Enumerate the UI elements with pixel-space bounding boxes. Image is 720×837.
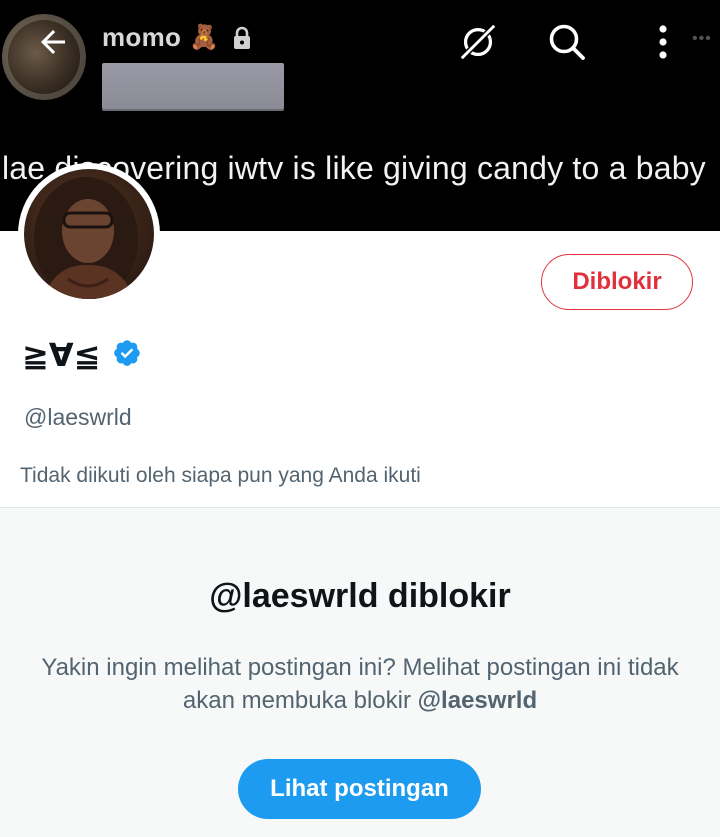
profile-avatar[interactable]: [18, 163, 160, 305]
more-options-button[interactable]: [641, 20, 685, 64]
redacted-post-count: [102, 63, 284, 109]
overflow-dots-icon: •••: [692, 30, 712, 47]
more-vertical-icon: [659, 25, 667, 59]
blocked-notice-description-text: Yakin ingin melihat postingan ini? Melih…: [41, 654, 679, 714]
search-icon: [549, 24, 585, 60]
avatar-photo: [24, 169, 154, 299]
grok-icon: [457, 21, 499, 63]
profile-handle: @laeswrld: [24, 404, 132, 430]
blocked-notice-description: Yakin ingin melihat postingan ini? Melih…: [40, 651, 680, 717]
view-posts-button[interactable]: Lihat postingan: [238, 759, 481, 819]
teddy-bear-emoji: 🧸: [189, 23, 220, 51]
blocked-notice-title: @laeswrld diblokir: [209, 577, 511, 615]
header-account-name: momo: [102, 22, 182, 52]
back-button[interactable]: [31, 20, 75, 64]
lock-icon: [231, 26, 253, 50]
blocked-button[interactable]: Diblokir: [541, 254, 693, 310]
follow-info: Tidak diikuti oleh siapa pun yang Anda i…: [20, 464, 421, 487]
blocked-notice-handle: @laeswrld: [417, 687, 538, 714]
grok-button[interactable]: [456, 20, 500, 64]
display-name: ≧∀≦: [22, 337, 101, 373]
arrow-left-icon: [41, 30, 65, 54]
verified-badge-icon: [112, 338, 142, 373]
display-name-row: ≧∀≦: [22, 336, 142, 374]
search-button[interactable]: [545, 20, 589, 64]
header-account-info: momo 🧸: [102, 22, 284, 109]
